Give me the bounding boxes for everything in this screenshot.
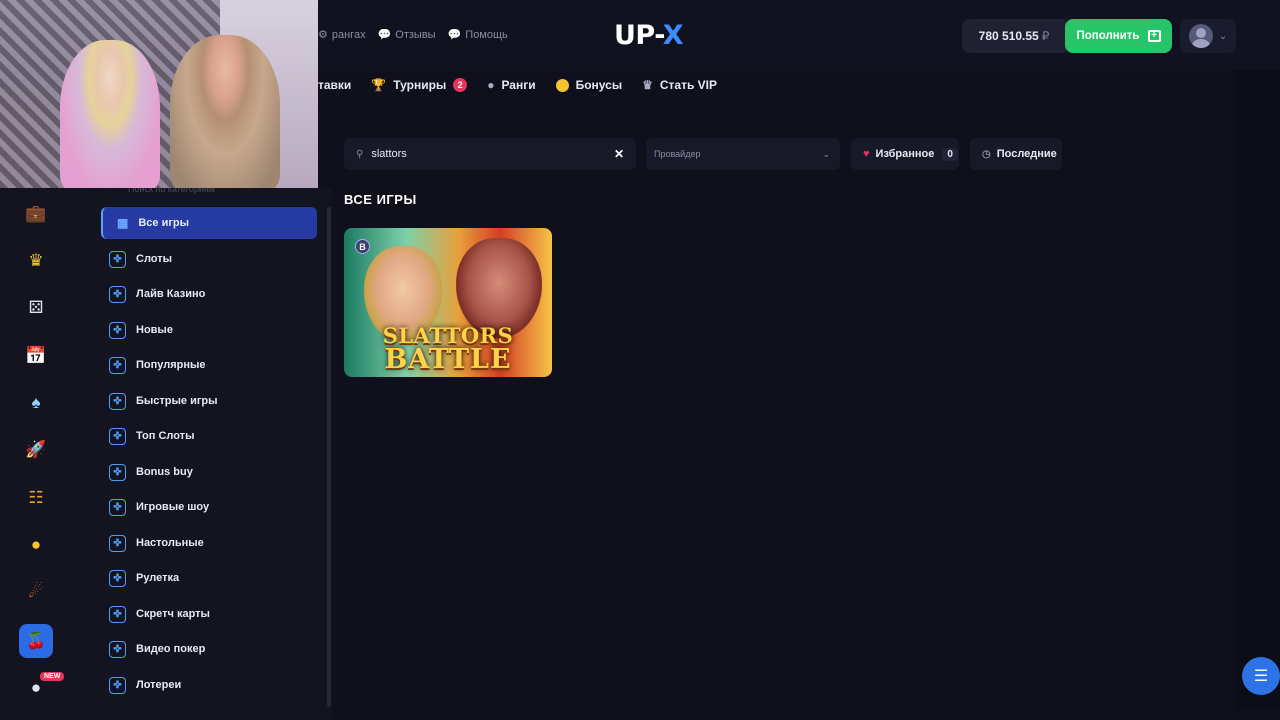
category-popular[interactable]: ✜ Популярные bbox=[101, 349, 317, 381]
main-nav: тавки 🏆 Турниры 2 ● Ранги Бонусы ♛ Стать VIP bbox=[318, 78, 717, 92]
gamepad-icon: ✜ bbox=[109, 356, 126, 374]
balance-value: 780 510.55 bbox=[978, 29, 1039, 43]
gamepad-icon: ✜ bbox=[109, 676, 126, 694]
right-gutter bbox=[1236, 70, 1280, 710]
nav-bonuses[interactable]: Бонусы bbox=[555, 78, 622, 92]
nav-tournaments[interactable]: 🏆 Турниры 2 bbox=[371, 78, 468, 92]
gamepad-icon: ✜ bbox=[109, 427, 126, 445]
recent-button[interactable]: ◷ Последние bbox=[970, 138, 1062, 170]
nav-ranks[interactable]: ● Ранги bbox=[487, 78, 535, 92]
currency-symbol: ₽ bbox=[1041, 29, 1050, 43]
trophy-icon: 🏆 bbox=[371, 78, 387, 92]
category-game-shows[interactable]: ✜ Игровые шоу bbox=[101, 491, 317, 523]
history-icon: ◷ bbox=[982, 148, 991, 160]
gamepad-icon: ✜ bbox=[109, 605, 126, 623]
ranks-link[interactable]: ⚙ рангах bbox=[318, 28, 366, 42]
category-fast-games[interactable]: ✜ Быстрые игры bbox=[101, 385, 317, 417]
game-title: SLATTORS BATTLE bbox=[382, 323, 514, 375]
gamepad-icon: ✜ bbox=[109, 498, 126, 516]
gamepad-icon: ✜ bbox=[109, 640, 126, 658]
gamepad-icon: ✜ bbox=[109, 285, 126, 303]
heart-icon: ♥ bbox=[863, 148, 870, 160]
tournaments-badge: 2 bbox=[453, 78, 468, 92]
nav-vip[interactable]: ♛ Стать VIP bbox=[642, 78, 717, 92]
webcam-overlay bbox=[0, 0, 318, 188]
search-icon: ⚲ bbox=[356, 148, 364, 160]
help-link[interactable]: 💬 Помощь bbox=[447, 28, 508, 42]
rank-medal-icon: ● bbox=[487, 78, 495, 92]
gamepad-icon: ✜ bbox=[109, 321, 126, 339]
nav-bets[interactable]: тавки bbox=[318, 78, 351, 92]
help-icon: 💬 bbox=[447, 29, 462, 41]
logo[interactable]: UP-X bbox=[614, 20, 684, 51]
crown-rail-icon[interactable]: ♛ bbox=[24, 249, 48, 273]
provider-select[interactable]: Провайдер ⌄ bbox=[646, 138, 840, 170]
deposit-label: Пополнить bbox=[1076, 30, 1140, 42]
grid-icon: ▦ bbox=[117, 216, 129, 230]
category-slots[interactable]: ✜ Слоты bbox=[101, 243, 317, 275]
webcam-person-right bbox=[170, 35, 280, 188]
webcam-person-left bbox=[60, 40, 160, 188]
game-card[interactable]: B SLATTORS BATTLE bbox=[344, 228, 552, 377]
crown-icon: ♛ bbox=[642, 78, 653, 92]
chat-support-icon[interactable]: ☰ bbox=[1242, 657, 1280, 695]
category-scratch-cards[interactable]: ✜ Скретч карты bbox=[101, 598, 317, 630]
reviews-icon: 💬 bbox=[377, 29, 392, 41]
ladder-icon[interactable]: ☷ bbox=[24, 486, 48, 510]
chevron-down-icon: ⌄ bbox=[822, 148, 830, 159]
briefcase-icon[interactable]: 💼 bbox=[24, 202, 48, 226]
top-links: ⚙ рангах 💬 Отзывы 💬 Помощь bbox=[318, 28, 508, 42]
coin-rail-icon[interactable]: ● bbox=[24, 533, 48, 557]
dice-icon[interactable]: ⚄ bbox=[24, 296, 48, 320]
chevron-down-icon: ⌄ bbox=[1218, 30, 1228, 42]
category-all-games[interactable]: ▦ Все игры bbox=[101, 207, 317, 239]
provider-placeholder: Провайдер bbox=[654, 149, 701, 159]
search-field[interactable]: ⚲ slattors ✕ bbox=[344, 138, 636, 170]
profile-menu[interactable]: ⌄ bbox=[1180, 19, 1236, 53]
page: ⚙ рангах 💬 Отзывы 💬 Помощь UP-X 780 510.55 … bbox=[0, 0, 1280, 720]
category-live-casino[interactable]: ✜ Лайв Казино bbox=[101, 278, 317, 310]
gamepad-icon: ✜ bbox=[109, 463, 126, 481]
new-tag: NEW bbox=[40, 672, 65, 681]
calendar-icon[interactable]: 📅 bbox=[24, 344, 48, 368]
category-top-slots[interactable]: ✜ Топ Слоты bbox=[101, 420, 317, 452]
rocket-icon[interactable]: 🚀 bbox=[24, 438, 48, 462]
category-video-poker[interactable]: ✜ Видео покер bbox=[101, 633, 317, 665]
deposit-button[interactable]: Пополнить + bbox=[1065, 19, 1172, 53]
category-bonus-buy[interactable]: ✜ Bonus buy bbox=[101, 456, 317, 488]
avatar bbox=[1188, 24, 1213, 48]
reviews-link[interactable]: 💬 Отзывы bbox=[377, 28, 436, 42]
cherry-icon[interactable]: 🍒 bbox=[19, 624, 53, 658]
favorites-button[interactable]: ♥ Избранное 0 bbox=[851, 138, 959, 170]
section-title: ВСЕ ИГРЫ bbox=[344, 192, 417, 207]
wallet-plus-icon: + bbox=[1147, 30, 1161, 42]
category-scrollbar[interactable] bbox=[327, 207, 331, 707]
gamepad-icon: ✜ bbox=[109, 534, 126, 552]
category-lotteries[interactable]: ✜ Лотереи bbox=[101, 669, 317, 701]
bonus-badge: B bbox=[355, 239, 370, 254]
flame-icon[interactable]: ☄ bbox=[24, 580, 48, 604]
gamepad-icon: ✜ bbox=[109, 392, 126, 410]
gamepad-icon: ✜ bbox=[109, 569, 126, 587]
rank-icon: ⚙ bbox=[318, 29, 328, 41]
category-new[interactable]: ✜ Новые bbox=[101, 314, 317, 346]
category-roulette[interactable]: ✜ Рулетка bbox=[101, 562, 317, 594]
balance-display[interactable]: 780 510.55 ₽ bbox=[962, 19, 1066, 53]
coin-icon bbox=[555, 78, 569, 92]
game-type-rail: 💼 ♛ ⚄ 📅 ♠ 🚀 ☷ ● ☄ 🍒 ● NEW bbox=[0, 188, 74, 720]
favorites-count: 0 bbox=[942, 147, 958, 161]
card-icon[interactable]: ♠ bbox=[24, 391, 48, 415]
search-input[interactable]: slattors bbox=[371, 148, 606, 160]
clear-search-icon[interactable]: ✕ bbox=[614, 147, 624, 161]
gamepad-icon: ✜ bbox=[109, 250, 126, 268]
category-table-games[interactable]: ✜ Настольные bbox=[101, 527, 317, 559]
